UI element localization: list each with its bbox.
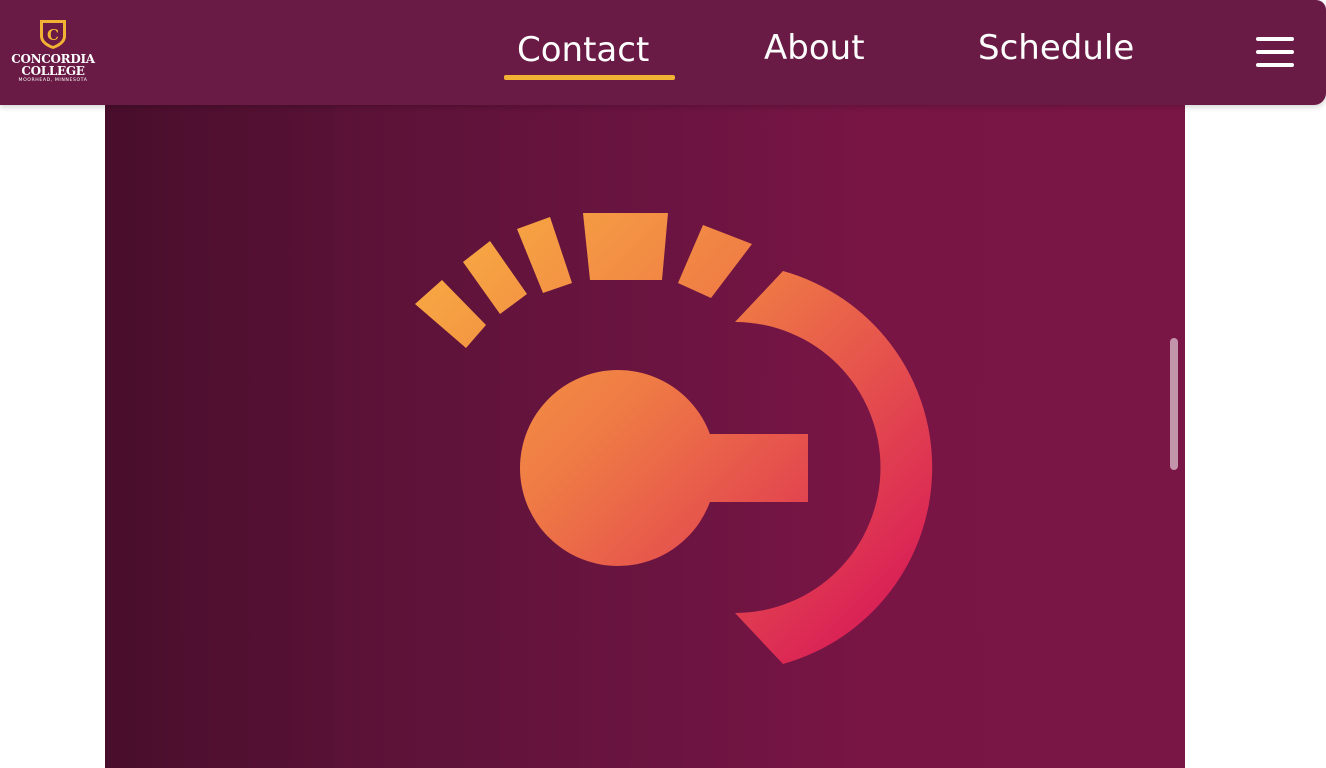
hamburger-menu-icon[interactable] bbox=[1252, 34, 1298, 70]
active-nav-underline bbox=[504, 75, 675, 80]
hero-image bbox=[105, 90, 1185, 768]
gauge-tick bbox=[678, 225, 752, 298]
gauge-logo-graphic bbox=[415, 213, 933, 664]
scrollbar-thumb[interactable] bbox=[1170, 338, 1178, 470]
gauge-tick bbox=[463, 241, 527, 314]
shield-icon: C bbox=[40, 20, 66, 49]
menu-bar bbox=[1256, 63, 1294, 67]
menu-bar bbox=[1256, 50, 1294, 54]
gauge-ticks bbox=[415, 213, 752, 348]
gauge-tick bbox=[517, 217, 572, 293]
nav-link-about[interactable]: About bbox=[764, 28, 865, 68]
top-nav-bar: C CONCORDIA COLLEGE MOORHEAD, MINNESOTA … bbox=[0, 0, 1326, 105]
gauge-hub bbox=[520, 370, 716, 566]
concordia-college-logo[interactable]: C CONCORDIA COLLEGE MOORHEAD, MINNESOTA bbox=[6, 18, 100, 86]
nav-link-schedule[interactable]: Schedule bbox=[978, 28, 1134, 68]
gauge-tick bbox=[583, 213, 668, 280]
nav-link-contact[interactable]: Contact bbox=[517, 30, 649, 70]
page: C CONCORDIA COLLEGE MOORHEAD, MINNESOTA … bbox=[0, 0, 1326, 768]
brand-name-line2: COLLEGE bbox=[21, 64, 85, 78]
brand-location: MOORHEAD, MINNESOTA bbox=[18, 78, 88, 83]
gauge-tick bbox=[415, 280, 486, 348]
menu-bar bbox=[1256, 37, 1294, 41]
shield-letter: C bbox=[47, 26, 59, 44]
